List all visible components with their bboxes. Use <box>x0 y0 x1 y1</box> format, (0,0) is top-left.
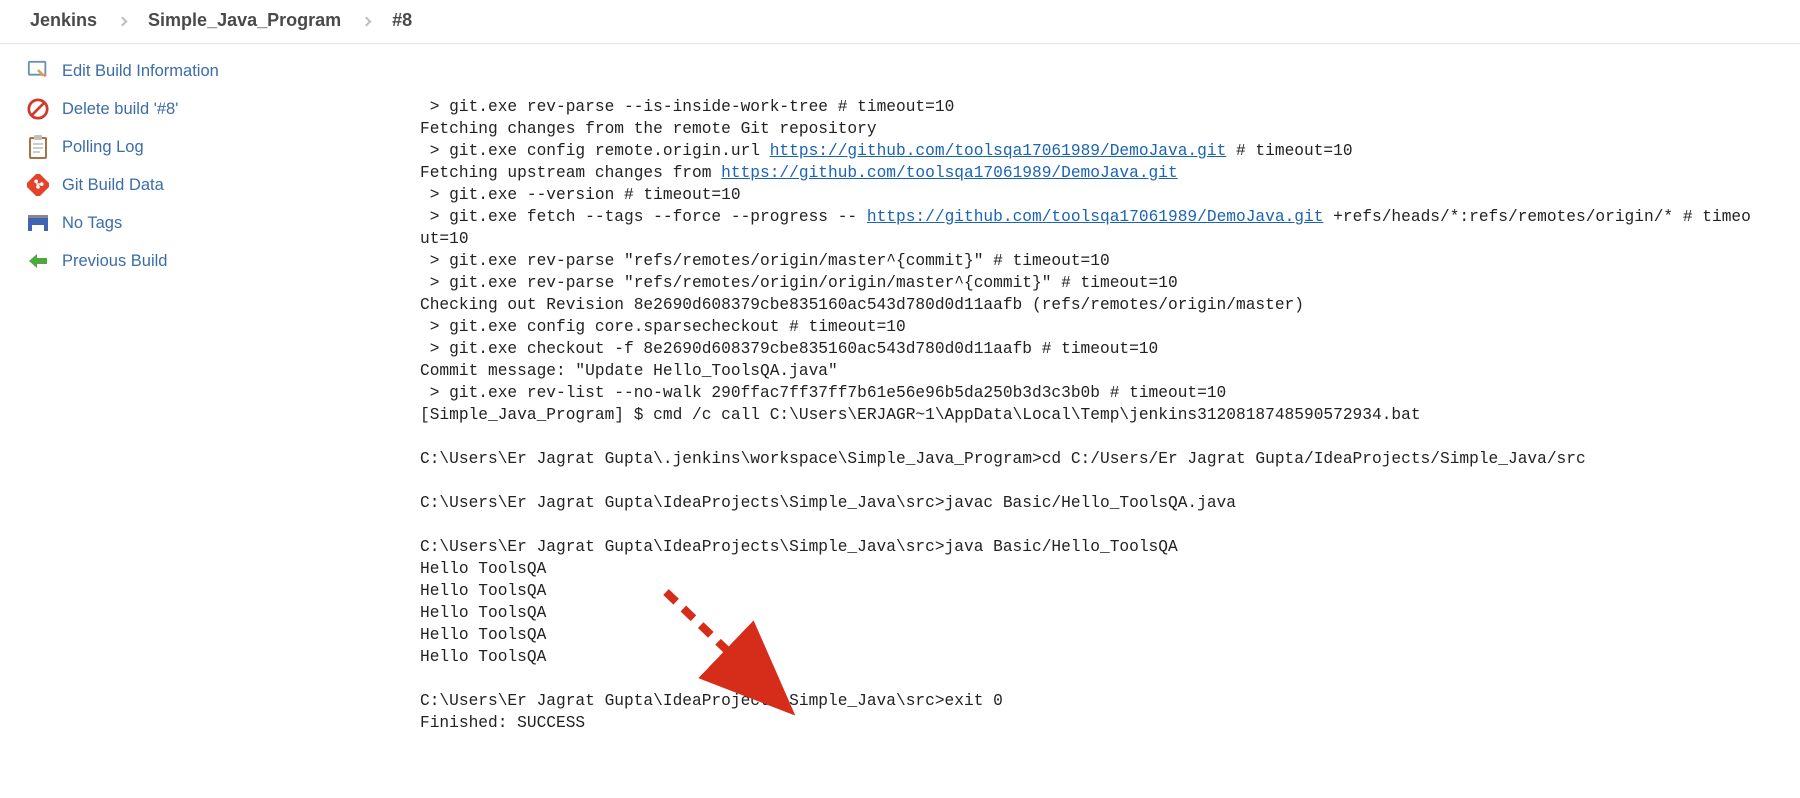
console-line: C:\Users\Er Jagrat Gupta\IdeaProjects\Si… <box>420 690 1760 712</box>
breadcrumb-item-jenkins[interactable]: Jenkins <box>30 10 97 31</box>
pencil-icon <box>26 59 50 83</box>
sidebar-item-no-tags[interactable]: No Tags <box>20 204 380 242</box>
save-tag-icon <box>26 211 50 235</box>
console-link[interactable]: https://github.com/toolsqa17061989/DemoJ… <box>867 208 1324 226</box>
console-line: Finished: SUCCESS <box>420 712 1760 734</box>
console-line: Commit message: "Update Hello_ToolsQA.ja… <box>420 360 1760 382</box>
console-line: Hello ToolsQA <box>420 602 1760 624</box>
console-line: C:\Users\Er Jagrat Gupta\IdeaProjects\Si… <box>420 536 1760 558</box>
console-line: Hello ToolsQA <box>420 624 1760 646</box>
sidebar-item-delete-build[interactable]: Delete build '#8' <box>20 90 380 128</box>
delete-icon <box>26 97 50 121</box>
console-line: > git.exe rev-parse --is-inside-work-tre… <box>420 96 1760 118</box>
chevron-right-icon <box>118 17 128 27</box>
console-line: > git.exe config core.sparsecheckout # t… <box>420 316 1760 338</box>
console-line: C:\Users\Er Jagrat Gupta\IdeaProjects\Si… <box>420 492 1760 514</box>
console-line <box>420 514 1760 536</box>
clipboard-icon <box>26 135 50 159</box>
sidebar-item-git-build-data[interactable]: Git Build Data <box>20 166 380 204</box>
sidebar-item-label: Edit Build Information <box>62 62 219 81</box>
console-line: Hello ToolsQA <box>420 558 1760 580</box>
sidebar: Edit Build Information Delete build '#8'… <box>0 44 380 798</box>
console-line: > git.exe rev-parse "refs/remotes/origin… <box>420 272 1760 294</box>
console-line: > git.exe checkout -f 8e2690d608379cbe83… <box>420 338 1760 360</box>
console-line: Hello ToolsQA <box>420 580 1760 602</box>
console-line <box>420 668 1760 690</box>
sidebar-item-label: Git Build Data <box>62 176 164 195</box>
console-line: > git.exe config remote.origin.url https… <box>420 140 1760 162</box>
console-line: Fetching upstream changes from https://g… <box>420 162 1760 184</box>
console-output: > git.exe rev-parse --is-inside-work-tre… <box>380 44 1800 798</box>
sidebar-item-edit-build-info[interactable]: Edit Build Information <box>20 52 380 90</box>
sidebar-item-label: Previous Build <box>62 252 167 271</box>
git-icon <box>26 173 50 197</box>
console-line: [Simple_Java_Program] $ cmd /c call C:\U… <box>420 404 1760 426</box>
console-line <box>420 470 1760 492</box>
console-line: > git.exe --version # timeout=10 <box>420 184 1760 206</box>
console-link[interactable]: https://github.com/toolsqa17061989/DemoJ… <box>721 164 1178 182</box>
breadcrumb-item-build[interactable]: #8 <box>392 10 412 31</box>
sidebar-item-label: Delete build '#8' <box>62 100 178 119</box>
sidebar-item-polling-log[interactable]: Polling Log <box>20 128 380 166</box>
console-line: Fetching changes from the remote Git rep… <box>420 118 1760 140</box>
sidebar-item-previous-build[interactable]: Previous Build <box>20 242 380 280</box>
chevron-right-icon <box>362 17 372 27</box>
console-link[interactable]: https://github.com/toolsqa17061989/DemoJ… <box>770 142 1227 160</box>
arrow-left-icon <box>26 249 50 273</box>
console-line: C:\Users\Er Jagrat Gupta\.jenkins\worksp… <box>420 448 1760 470</box>
breadcrumb: Jenkins Simple_Java_Program #8 <box>0 0 1800 44</box>
breadcrumb-item-project[interactable]: Simple_Java_Program <box>148 10 341 31</box>
console-line <box>420 426 1760 448</box>
sidebar-item-label: No Tags <box>62 214 122 233</box>
sidebar-item-label: Polling Log <box>62 138 144 157</box>
console-line: Checking out Revision 8e2690d608379cbe83… <box>420 294 1760 316</box>
console-line: Hello ToolsQA <box>420 646 1760 668</box>
console-line: > git.exe rev-list --no-walk 290ffac7ff3… <box>420 382 1760 404</box>
console-line: > git.exe rev-parse "refs/remotes/origin… <box>420 250 1760 272</box>
console-line: > git.exe fetch --tags --force --progres… <box>420 206 1760 250</box>
